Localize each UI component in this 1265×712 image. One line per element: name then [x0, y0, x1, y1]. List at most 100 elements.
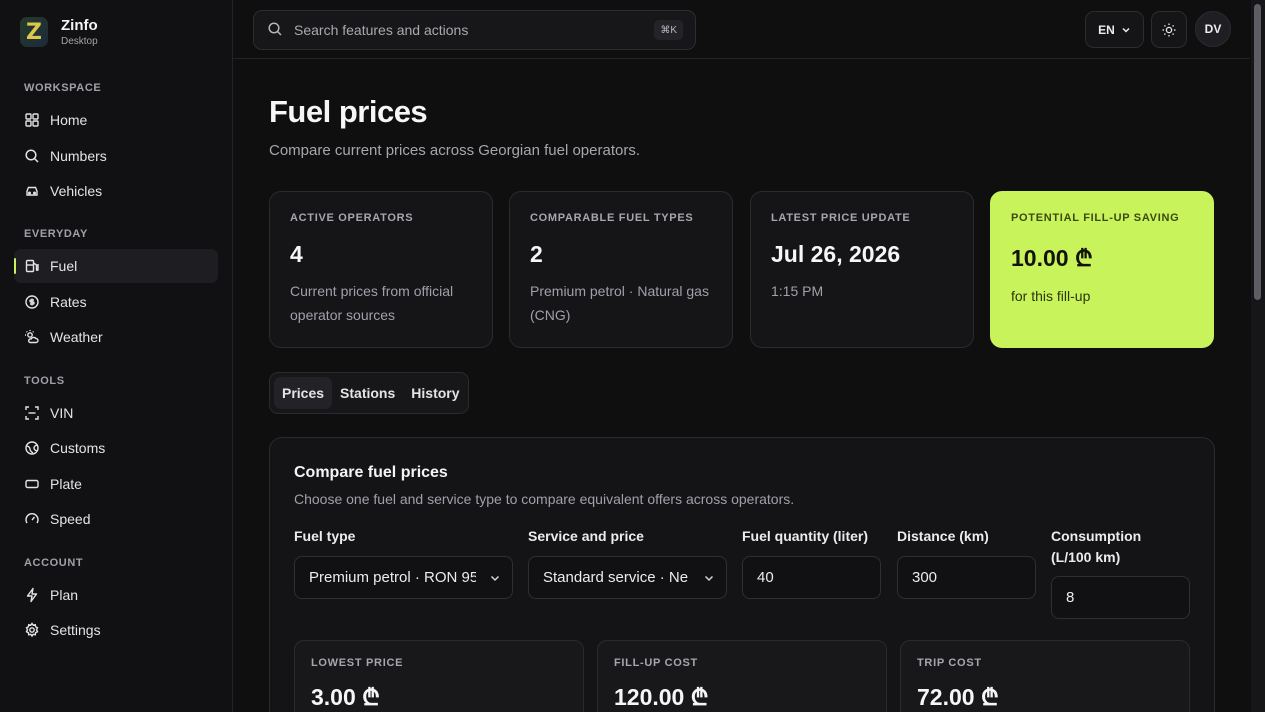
consumption-value: 8: [1066, 589, 1075, 606]
language-label: EN: [1098, 22, 1115, 37]
sidebar-item-numbers[interactable]: Numbers: [14, 139, 218, 173]
service-select[interactable]: Standard service · Ne: [528, 556, 727, 599]
stat-label: COMPARABLE FUEL TYPES: [530, 212, 694, 224]
shortcut-badge: ⌘K: [654, 20, 683, 40]
tab-history[interactable]: History: [403, 377, 467, 409]
sidebar-item-label: Customs: [50, 440, 106, 456]
fuel-type-label: Fuel type: [294, 528, 356, 544]
tab-prices[interactable]: Prices: [274, 377, 333, 409]
theme-toggle-button[interactable]: [1151, 11, 1187, 48]
consumption-label: Consumption (L/100 km): [1051, 528, 1142, 565]
scrollbar-thumb[interactable]: [1254, 4, 1261, 300]
stat-card-latest-update: LATEST PRICE UPDATE Jul 26, 2026 1:15 PM: [750, 191, 974, 348]
stat-value: 10.00 ₾: [1011, 245, 1093, 271]
stat-description: for this fill-up: [1011, 288, 1091, 304]
stat-label: LATEST PRICE UPDATE: [771, 212, 911, 224]
scan-icon: [24, 405, 40, 421]
service-label: Service and price: [528, 528, 644, 544]
stat-card-active-operators: ACTIVE OPERATORS 4 Current prices from o…: [269, 191, 493, 348]
panel-subtitle: Choose one fuel and service type to comp…: [294, 491, 795, 507]
fuel-pump-icon: [24, 258, 40, 274]
fuel-type-value: Premium petrol · RON 95: [309, 569, 479, 586]
fuel-type-select[interactable]: Premium petrol · RON 95: [294, 556, 513, 599]
gauge-icon: [24, 511, 40, 527]
stat-value: Jul 26, 2026: [771, 241, 901, 267]
stat-description: Current prices from official operator so…: [290, 283, 454, 323]
search-icon: [267, 21, 283, 40]
sidebar-item-settings[interactable]: Settings: [14, 613, 218, 647]
stat-description: Premium petrol · Natural gas (CNG): [530, 283, 709, 323]
brand-subtitle: Desktop: [61, 36, 98, 47]
section-label-workspace: WORKSPACE: [24, 82, 102, 94]
car-icon: [24, 183, 40, 199]
distance-input[interactable]: 300: [897, 556, 1036, 599]
sidebar: Z Zinfo Desktop WORKSPACE Home Numbers V…: [0, 0, 233, 712]
result-label: FILL-UP COST: [614, 657, 698, 669]
tab-stations[interactable]: Stations: [332, 377, 403, 409]
sidebar-item-label: Plan: [50, 587, 79, 603]
distance-label: Distance (km): [897, 528, 989, 544]
plate-icon: [24, 476, 40, 492]
stat-label: POTENTIAL FILL-UP SAVING: [1011, 212, 1180, 224]
result-card-fill-up-cost: FILL-UP COST 120.00 ₾: [597, 640, 887, 712]
stat-value: 2: [530, 241, 543, 267]
brand[interactable]: Z Zinfo Desktop: [20, 17, 98, 47]
sidebar-item-weather[interactable]: Weather: [14, 320, 218, 354]
sidebar-item-label: Vehicles: [50, 183, 103, 199]
result-card-trip-cost: TRIP COST 72.00 ₾: [900, 640, 1190, 712]
section-label-everyday: EVERYDAY: [24, 228, 88, 240]
app-logo: Z: [20, 17, 48, 47]
result-label: LOWEST PRICE: [311, 657, 404, 669]
sidebar-item-label: Numbers: [50, 148, 107, 164]
sidebar-item-customs[interactable]: Customs: [14, 431, 218, 465]
scrollbar[interactable]: [1251, 0, 1265, 712]
sidebar-item-vehicles[interactable]: Vehicles: [14, 174, 218, 208]
stat-value: 4: [290, 241, 303, 267]
distance-value: 300: [912, 569, 938, 586]
quantity-value: 40: [757, 569, 774, 586]
sidebar-item-vin[interactable]: VIN: [14, 396, 218, 430]
result-label: TRIP COST: [917, 657, 982, 669]
sidebar-item-label: Weather: [50, 329, 103, 345]
sidebar-item-rates[interactable]: Rates: [14, 285, 218, 319]
sidebar-item-fuel[interactable]: Fuel: [14, 249, 218, 283]
sun-cloud-icon: [24, 329, 40, 345]
sun-icon: [1161, 22, 1177, 38]
search-placeholder: Search features and actions: [294, 22, 469, 38]
sidebar-item-speed[interactable]: Speed: [14, 502, 218, 536]
top-bar: Search features and actions ⌘K EN DV: [233, 0, 1250, 59]
sidebar-item-label: Settings: [50, 622, 101, 638]
view-tabs: Prices Stations History: [269, 372, 469, 414]
sidebar-item-label: VIN: [50, 405, 74, 421]
search-icon: [24, 148, 40, 164]
grid-icon: [24, 112, 40, 128]
stat-card-fuel-types: COMPARABLE FUEL TYPES 2 Premium petrol ·…: [509, 191, 733, 348]
sidebar-item-plan[interactable]: Plan: [14, 578, 218, 612]
stat-description: 1:15 PM: [771, 283, 824, 299]
search-input[interactable]: Search features and actions ⌘K: [253, 10, 696, 50]
bolt-icon: [24, 587, 40, 603]
sidebar-item-label: Fuel: [50, 258, 78, 274]
chevron-down-icon: [702, 571, 716, 585]
quantity-label: Fuel quantity (liter): [742, 528, 868, 544]
result-value: 3.00 ₾: [311, 684, 380, 710]
language-select[interactable]: EN: [1085, 11, 1144, 48]
page-title: Fuel prices: [269, 94, 428, 129]
avatar[interactable]: DV: [1195, 11, 1231, 47]
chevron-down-icon: [1121, 25, 1131, 35]
chevron-down-icon: [488, 571, 502, 585]
sidebar-item-label: Speed: [50, 511, 91, 527]
sidebar-item-plate[interactable]: Plate: [14, 467, 218, 501]
section-label-account: ACCOUNT: [24, 557, 84, 569]
result-value: 72.00 ₾: [917, 684, 999, 710]
quantity-input[interactable]: 40: [742, 556, 881, 599]
consumption-input[interactable]: 8: [1051, 576, 1190, 619]
service-value: Standard service · Ne: [543, 569, 689, 586]
stat-card-potential-saving: POTENTIAL FILL-UP SAVING 10.00 ₾ for thi…: [990, 191, 1214, 348]
sidebar-item-label: Rates: [50, 294, 87, 310]
compare-panel: Compare fuel prices Choose one fuel and …: [269, 437, 1215, 712]
sidebar-item-home[interactable]: Home: [14, 103, 218, 137]
sidebar-item-label: Plate: [50, 476, 82, 492]
currency-icon: [24, 294, 40, 310]
globe-icon: [24, 440, 40, 456]
